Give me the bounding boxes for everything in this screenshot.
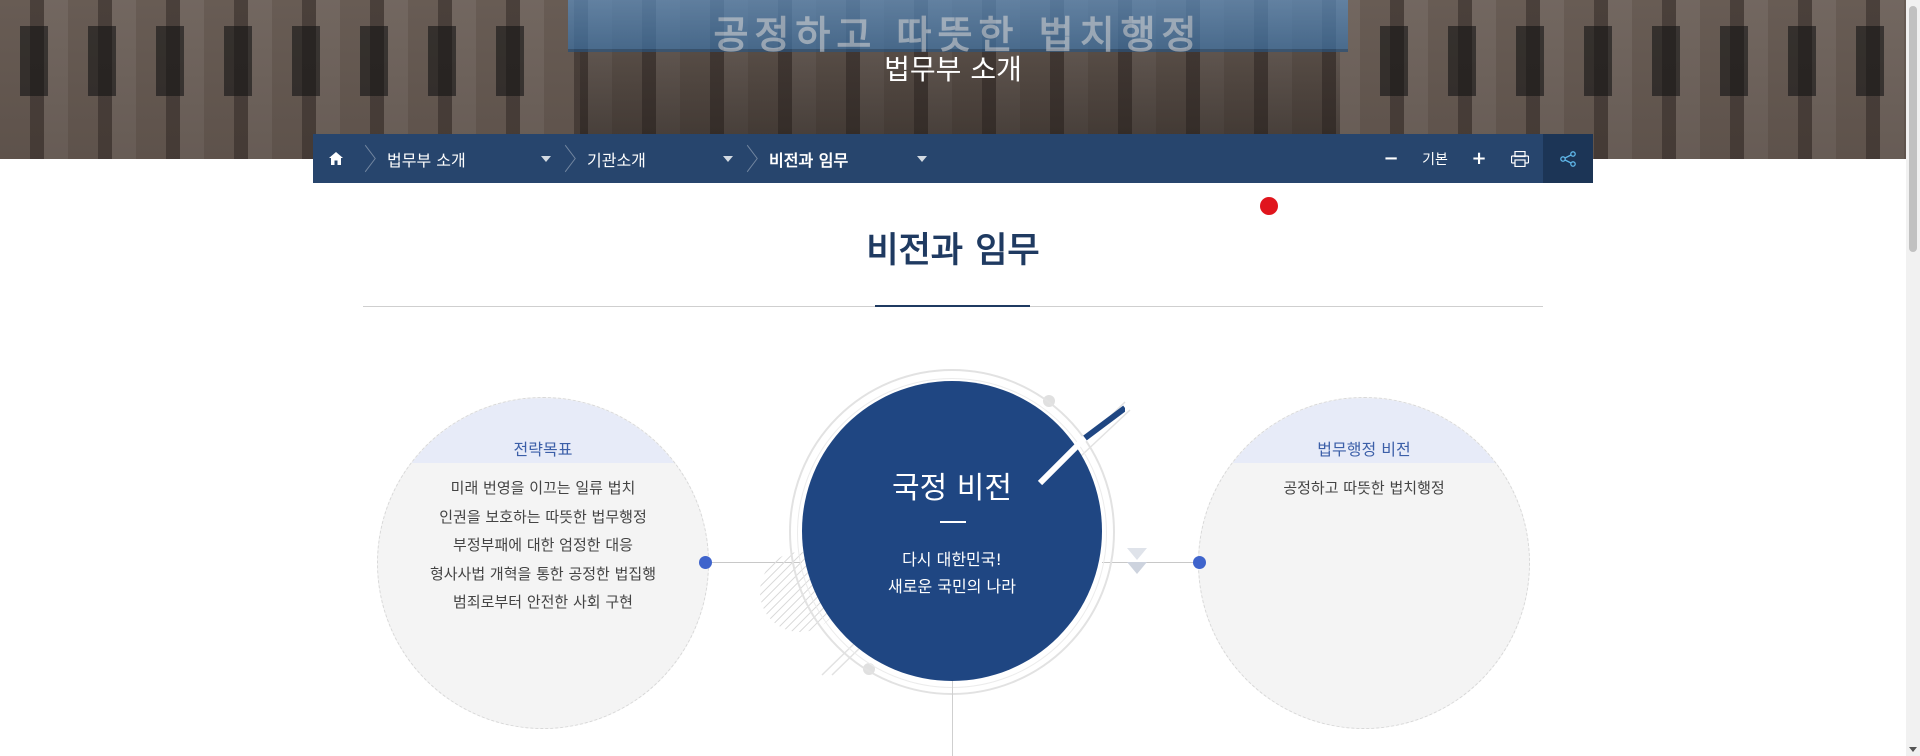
connector-line-right [1102, 562, 1198, 563]
caret-down-icon [917, 155, 927, 162]
national-vision-line: 새로운 국민의 나라 [888, 577, 1016, 596]
page-tools: − 기본 + [1373, 134, 1593, 183]
justice-vision-circle: 법무행정 비전 공정하고 따뜻한 법치행정 [1198, 397, 1530, 729]
list-item: 부정부패에 대한 엄정한 대응 [453, 536, 633, 554]
strategic-goals-list: 미래 번영을 이끄는 일류 법치 인권을 보호하는 따뜻한 법무행정 부정부패에… [378, 474, 708, 617]
font-increase-button[interactable]: + [1461, 134, 1497, 183]
breadcrumb-dropdown-organization[interactable]: 기관소개 [573, 134, 741, 183]
strategic-goals-circle: 전략목표 미래 번영을 이끄는 일류 법치 인권을 보호하는 따뜻한 법무행정 … [377, 397, 709, 729]
red-marker-dot [1260, 197, 1278, 215]
font-size-label[interactable]: 기본 [1409, 134, 1461, 183]
building-sign: 공정하고 따뜻한 법치행정 [568, 0, 1348, 57]
slash-decoration [1037, 405, 1125, 485]
print-icon [1511, 150, 1529, 167]
national-vision-line: 다시 대한민국! [902, 550, 1002, 569]
share-button[interactable] [1543, 134, 1593, 183]
title-divider-accent [875, 305, 1030, 307]
list-item: 범죄로부터 안전한 사회 구현 [453, 593, 633, 611]
center-vertical-line [952, 681, 953, 756]
share-icon [1560, 150, 1576, 167]
caret-down-icon [723, 155, 733, 162]
print-button[interactable] [1497, 134, 1543, 183]
national-vision-divider [940, 521, 966, 523]
page-title: 비전과 임무 [866, 231, 1040, 271]
page-scrollbar[interactable] [1906, 0, 1920, 756]
home-button[interactable] [313, 134, 359, 183]
justice-vision-title: 법무행정 비전 [1317, 440, 1411, 459]
list-item: 미래 번영을 이끄는 일류 법치 [450, 479, 636, 497]
breadcrumb-label: 비전과 임무 [769, 150, 849, 170]
breadcrumb-dropdown-intro[interactable]: 법무부 소개 [373, 134, 559, 183]
list-item: 인권을 보호하는 따뜻한 법무행정 [439, 507, 647, 526]
breadcrumb-label: 기관소개 [587, 150, 646, 170]
plus-icon: + [1471, 148, 1487, 169]
breadcrumb-separator [359, 134, 373, 183]
scroll-down-arrow-icon[interactable] [1909, 747, 1917, 752]
scrollbar-thumb[interactable] [1909, 6, 1917, 252]
strategic-goals-title: 전략목표 [513, 440, 573, 459]
font-decrease-button[interactable]: − [1373, 134, 1409, 183]
breadcrumb-nav: 법무부 소개 기관소개 비전과 임무 − 기본 + [313, 134, 1593, 183]
breadcrumb-separator [559, 134, 573, 183]
connector-dot-right [1193, 556, 1206, 569]
breadcrumb-separator [741, 134, 755, 183]
justice-vision-list: 공정하고 따뜻한 법치행정 [1199, 474, 1529, 503]
caret-down-icon [541, 155, 551, 162]
minus-icon: − [1383, 148, 1399, 169]
list-item: 공정하고 따뜻한 법치행정 [1283, 479, 1445, 497]
list-item: 형사사법 개혁을 통한 공정한 법집행 [429, 564, 657, 583]
breadcrumb-dropdown-vision[interactable]: 비전과 임무 [755, 134, 935, 183]
home-icon [329, 152, 343, 165]
triangle-decoration [1127, 548, 1147, 574]
breadcrumb-label: 법무부 소개 [387, 150, 466, 170]
connector-dot-left [699, 556, 712, 569]
hero-title: 법무부 소개 [884, 53, 1022, 86]
national-vision-subtitle: 다시 대한민국! 새로운 국민의 나라 [802, 546, 1102, 600]
